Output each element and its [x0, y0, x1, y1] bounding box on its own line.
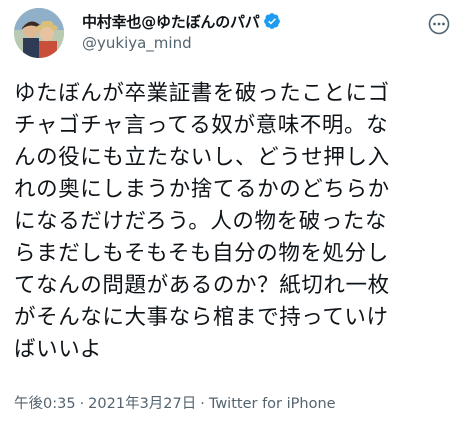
tweet-source[interactable]: Twitter for iPhone [209, 396, 336, 412]
display-name-row: 中村幸也@ゆたぼんのパパ [82, 10, 281, 32]
author-handle[interactable]: @yukiya_mind [82, 34, 281, 52]
tweet-meta: 午後0:35 · 2021年3月27日 · Twitter for iPhone [14, 392, 336, 413]
tweet-date[interactable]: 2021年3月27日 [88, 392, 196, 413]
tweet-time[interactable]: 午後0:35 [14, 392, 76, 413]
author-display-name[interactable]: 中村幸也@ゆたぼんのパパ [82, 11, 260, 32]
tweet-card: 中村幸也@ゆたぼんのパパ @yukiya_mind ゆたぼんが卒業証書を破ったこ… [0, 0, 465, 426]
tweet-header: 中村幸也@ゆたぼんのパパ @yukiya_mind [14, 8, 455, 58]
more-options-icon[interactable] [427, 12, 451, 36]
avatar-photo [14, 8, 64, 58]
meta-separator: · [79, 396, 85, 412]
meta-separator-2: · [200, 396, 205, 412]
tweet-text: ゆたぼんが卒業証書を破ったことにゴ チャゴチャ言ってる奴が意味不明。な んの役に… [14, 81, 390, 362]
author-names: 中村幸也@ゆたぼんのパパ @yukiya_mind [82, 10, 281, 52]
verified-badge-icon [263, 13, 280, 29]
avatar[interactable] [14, 8, 64, 58]
